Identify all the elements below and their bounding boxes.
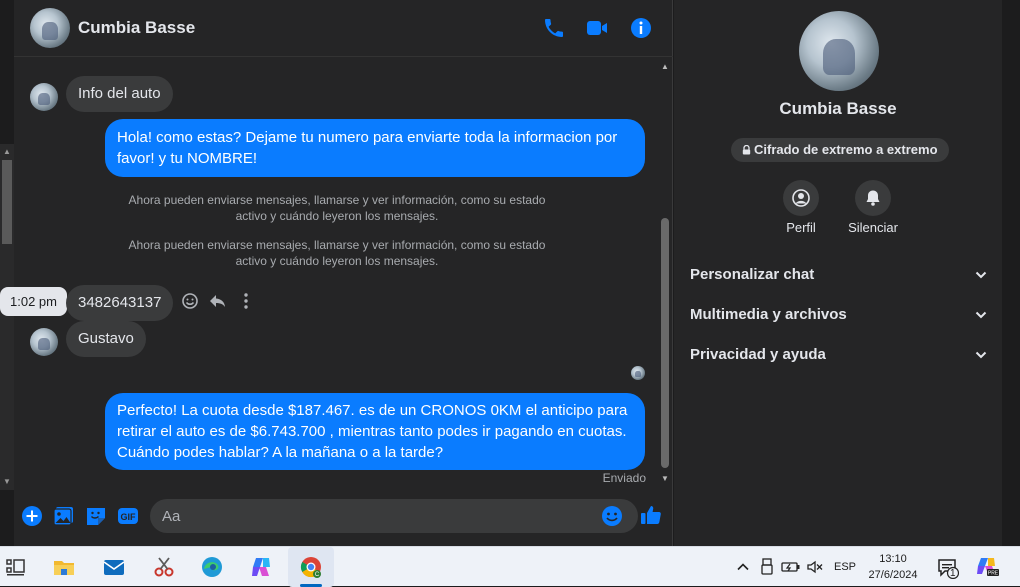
profile-avatar[interactable]: [799, 11, 879, 91]
chevron-down-icon: [975, 271, 987, 279]
chrome-browser-icon[interactable]: C: [299, 555, 323, 579]
page-scrollbar[interactable]: ▲ ▼: [0, 144, 14, 490]
message-avatar: [30, 328, 58, 356]
incoming-message[interactable]: Gustavo: [66, 321, 146, 357]
edge-browser-icon[interactable]: [200, 555, 224, 579]
file-explorer-icon[interactable]: [52, 555, 76, 579]
snipping-tool-icon[interactable]: [152, 555, 176, 579]
message-input-box[interactable]: [150, 499, 638, 533]
thumbs-up-icon[interactable]: [639, 503, 663, 527]
section-label: Privacidad y ayuda: [690, 346, 826, 363]
profile-button[interactable]: [783, 180, 819, 216]
add-plus-icon[interactable]: [20, 504, 44, 528]
outgoing-message[interactable]: Perfecto! La cuota desde $187.467. es de…: [105, 393, 645, 470]
copilot-preview-icon[interactable]: PRE: [975, 556, 999, 578]
mail-icon[interactable]: [102, 555, 126, 579]
section-privacy-help[interactable]: Privacidad y ayuda: [690, 340, 990, 370]
volume-muted-icon[interactable]: [806, 559, 824, 575]
scroll-down-arrow-icon[interactable]: ▼: [2, 477, 12, 487]
section-media-files[interactable]: Multimedia y archivos: [690, 300, 990, 330]
message-avatar: [30, 83, 58, 111]
emoji-icon[interactable]: [600, 504, 624, 528]
message-time-tooltip: 1:02 pm: [0, 287, 67, 316]
svg-text:C: C: [315, 572, 320, 578]
battery-plug-icon[interactable]: [781, 559, 801, 575]
task-view-icon[interactable]: [4, 555, 28, 579]
svg-text:GIF: GIF: [121, 512, 137, 522]
mute-button[interactable]: [855, 180, 891, 216]
bell-icon: [866, 190, 880, 206]
composer: GIF: [14, 490, 673, 546]
profile-label: Perfil: [786, 220, 816, 235]
scroll-up-arrow-icon[interactable]: ▲: [660, 62, 670, 72]
notification-count: 1: [950, 568, 956, 579]
contact-name[interactable]: Cumbia Basse: [78, 18, 195, 38]
seen-receipt-avatar: [631, 366, 645, 380]
section-label: Personalizar chat: [690, 266, 815, 283]
chat-header: Cumbia Basse: [14, 0, 673, 57]
clock-date: 27/6/2024: [868, 569, 918, 581]
windows-taskbar: C ESP 13:10 27/6/2024 1 PRE: [0, 546, 1020, 587]
language-indicator[interactable]: ESP: [834, 561, 856, 573]
contact-avatar[interactable]: [30, 8, 70, 48]
message-list: Info del auto Hola! como estas? Dejame t…: [0, 58, 657, 490]
incoming-message[interactable]: 3482643137: [66, 285, 174, 321]
scroll-up-arrow-icon[interactable]: ▲: [2, 147, 12, 157]
chat-panel: Cumbia Basse Info del auto Hola! como es…: [0, 0, 673, 546]
sidebar-scrollbar[interactable]: [1002, 0, 1020, 546]
message-input[interactable]: [162, 499, 592, 533]
sticker-icon[interactable]: [84, 504, 108, 528]
outgoing-message[interactable]: Hola! como estas? Dejame tu numero para …: [105, 119, 645, 177]
info-icon[interactable]: [629, 16, 653, 40]
page-scrollbar-thumb[interactable]: [2, 160, 12, 244]
encryption-badge[interactable]: Cifrado de extremo a extremo: [731, 138, 949, 162]
chat-scrollbar[interactable]: ▲ ▼: [658, 60, 672, 486]
phone-call-icon[interactable]: [542, 16, 566, 40]
user-profile-icon: [792, 189, 810, 207]
gif-icon[interactable]: GIF: [116, 504, 140, 528]
lock-icon: [742, 139, 751, 155]
chevron-down-icon: [975, 311, 987, 319]
system-message: Ahora pueden enviarse mensajes, llamarse…: [128, 238, 546, 268]
reply-icon[interactable]: [208, 291, 228, 311]
chevron-down-icon: [975, 351, 987, 359]
system-message: Ahora pueden enviarse mensajes, llamarse…: [128, 193, 546, 223]
section-customize-chat[interactable]: Personalizar chat: [690, 260, 990, 290]
photo-attach-icon[interactable]: [52, 504, 76, 528]
clock[interactable]: 13:10 27/6/2024: [860, 551, 926, 583]
section-label: Multimedia y archivos: [690, 306, 847, 323]
scroll-down-arrow-icon[interactable]: ▼: [660, 474, 670, 484]
chat-scrollbar-thumb[interactable]: [661, 218, 669, 468]
video-call-icon[interactable]: [585, 16, 609, 40]
clock-time: 13:10: [879, 553, 907, 565]
copilot-icon[interactable]: [249, 555, 273, 579]
encryption-label: Cifrado de extremo a extremo: [754, 142, 938, 157]
messenger-window: ▲ ▼ Cumbia Basse Info del auto Hola! com…: [0, 0, 1020, 546]
message-status: Enviado: [602, 471, 646, 485]
usb-device-icon[interactable]: [759, 558, 775, 576]
chevron-up-icon[interactable]: [736, 560, 750, 574]
incoming-message[interactable]: Info del auto: [66, 76, 173, 112]
react-emoji-icon[interactable]: [180, 291, 200, 311]
mute-label: Silenciar: [848, 220, 898, 235]
svg-text:PRE: PRE: [988, 571, 999, 577]
more-options-icon[interactable]: [236, 291, 256, 311]
profile-name: Cumbia Basse: [779, 99, 897, 118]
conversation-info-panel: Cumbia Basse Cifrado de extremo a extrem…: [674, 0, 1002, 546]
